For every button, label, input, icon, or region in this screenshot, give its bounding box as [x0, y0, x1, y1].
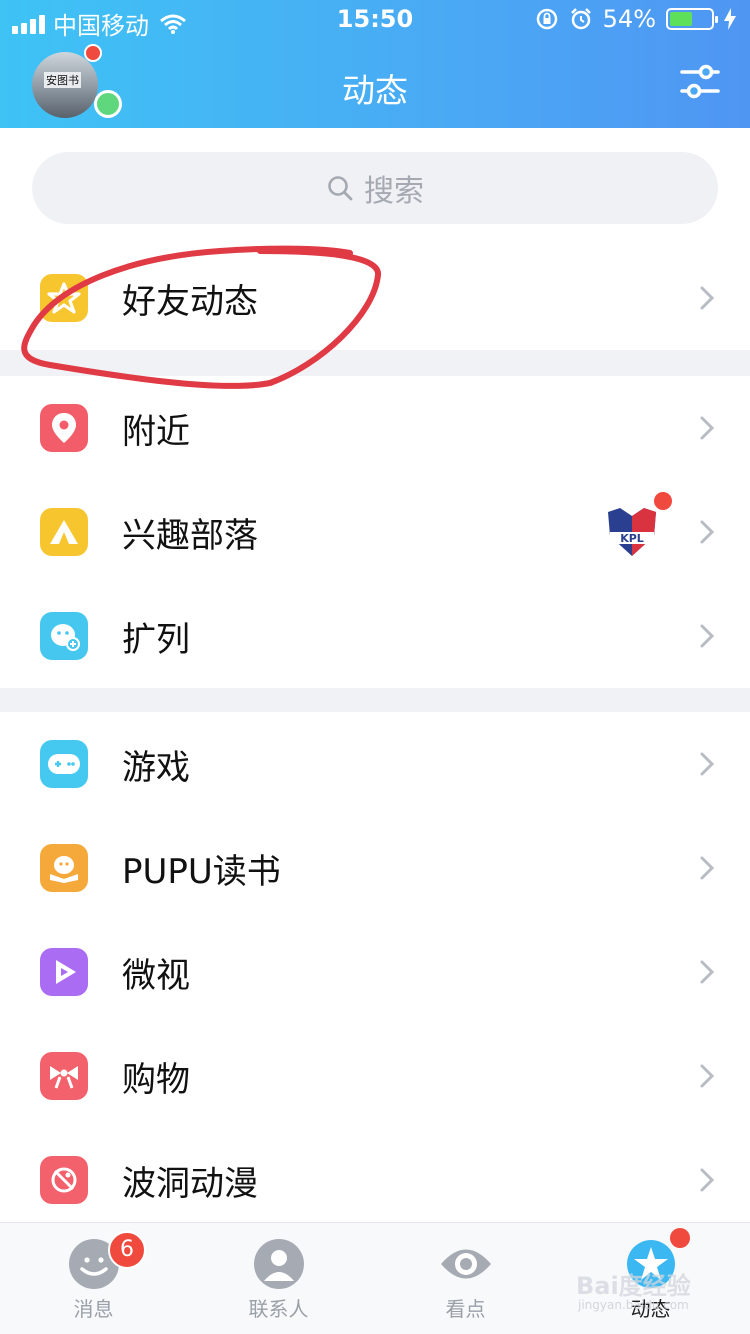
list-item-label: 波洞动漫 [122, 1163, 258, 1204]
tab-contacts[interactable]: 联系人 [185, 1223, 372, 1334]
status-bar: 中国移动 15:50 54% [0, 0, 750, 40]
list-item-label: PUPU读书 [122, 851, 281, 892]
search-section: 搜索 [0, 128, 750, 246]
comic-icon [40, 1156, 88, 1204]
contacts-icon [254, 1239, 304, 1289]
page-title: 动态 [342, 71, 408, 110]
tab-label: 消息 [73, 1297, 114, 1321]
kpl-logo-text: KPL [620, 532, 644, 545]
location-pin-icon [40, 404, 88, 452]
book-penguin-icon [40, 844, 88, 892]
list-item-bodong-comics[interactable]: 波洞动漫 [0, 1128, 750, 1232]
kpl-logo-icon: KPL [608, 508, 656, 556]
tab-kandian[interactable]: 看点 [372, 1223, 559, 1334]
tab-label: 看点 [445, 1297, 486, 1321]
list-item-label: 附近 [122, 411, 190, 452]
list-item-shopping[interactable]: 购物 [0, 1024, 750, 1128]
search-icon [328, 176, 353, 201]
list-item-label: 游戏 [122, 747, 190, 788]
tent-icon [40, 508, 88, 556]
battery-icon [666, 8, 718, 30]
play-icon [40, 948, 88, 996]
notification-dot [654, 492, 672, 510]
list-group-apps: 游戏 PUPU读书 微视 购物 波洞动漫 [0, 712, 750, 1232]
chevron-right-icon [700, 416, 715, 440]
battery-percent: 54% [602, 5, 656, 33]
search-input[interactable]: 搜索 [32, 152, 718, 224]
list-item-expand-friends[interactable]: 扩列 [0, 584, 750, 688]
filter-settings-icon[interactable] [680, 64, 720, 100]
chevron-right-icon [700, 856, 715, 880]
list-item-pupu-reading[interactable]: PUPU读书 [0, 816, 750, 920]
chevron-right-icon [700, 752, 715, 776]
tab-messages[interactable]: 6 消息 [0, 1223, 187, 1334]
alarm-icon [570, 8, 591, 30]
chevron-right-icon [700, 520, 715, 544]
rotation-lock-icon [536, 8, 557, 30]
watermark-url: jingyan.baidu.com [578, 1298, 689, 1312]
list-item-interest-tribe[interactable]: 兴趣部落 KPL [0, 480, 750, 584]
header-bar: 中国移动 15:50 54% 安图书 动态 [0, 0, 750, 128]
charging-icon [724, 8, 736, 30]
chevron-right-icon [700, 1168, 715, 1192]
annotation-circle [21, 245, 381, 389]
list-item-label: 扩列 [122, 619, 190, 660]
unread-badge: 6 [108, 1231, 146, 1269]
chevron-right-icon [700, 1064, 715, 1088]
tab-label: 联系人 [248, 1297, 309, 1321]
notification-dot [670, 1228, 690, 1248]
chevron-right-icon [700, 286, 715, 310]
list-item-weishi[interactable]: 微视 [0, 920, 750, 1024]
list-item-label: 购物 [122, 1059, 190, 1100]
shopping-bow-icon [40, 1052, 88, 1100]
chevron-right-icon [700, 624, 715, 648]
gamepad-icon [40, 740, 88, 788]
list-item-label: 兴趣部落 [122, 515, 258, 556]
list-item-label: 微视 [122, 955, 190, 996]
list-item-games[interactable]: 游戏 [0, 712, 750, 816]
search-placeholder: 搜索 [364, 174, 424, 209]
add-friend-face-icon [40, 612, 88, 660]
battery-fill [670, 12, 692, 26]
eye-icon [441, 1249, 491, 1279]
chevron-right-icon [700, 960, 715, 984]
list-group-social: 附近 兴趣部落 KPL 扩列 [0, 376, 750, 688]
watermark: Bai度经验 [576, 1272, 691, 1300]
avatar-notification-dot [84, 44, 102, 62]
